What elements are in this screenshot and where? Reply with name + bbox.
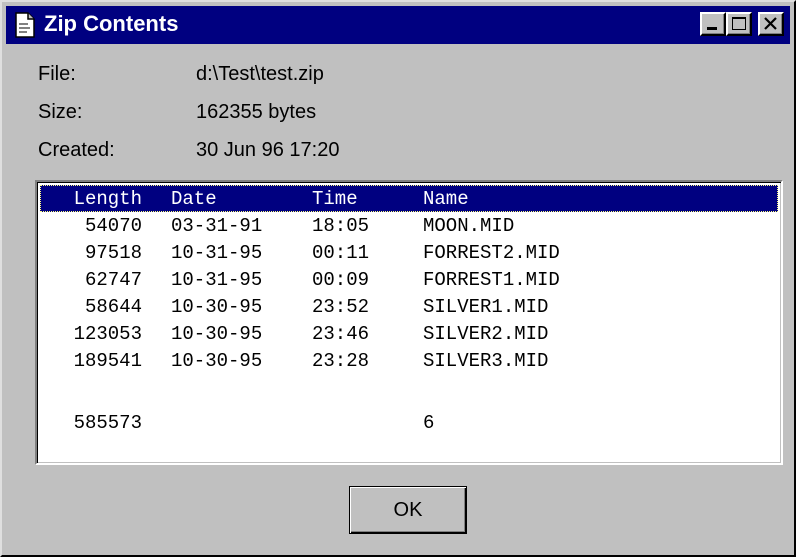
list-item[interactable]: 123053 10-30-95 23:46 SILVER2.MID: [40, 320, 778, 347]
item-length: 58644: [84, 296, 142, 318]
close-button[interactable]: [758, 12, 784, 36]
size-label: Size:: [38, 101, 83, 123]
column-header-time: Time: [312, 188, 358, 210]
item-time: 00:09: [312, 269, 370, 291]
size-value: 162355 bytes: [196, 101, 317, 123]
list-item[interactable]: 54070 03-31-91 18:05 MOON.MID: [40, 212, 778, 239]
close-icon: [764, 17, 777, 30]
list-item[interactable]: 62747 10-31-95 00:09 FORREST1.MID: [40, 266, 778, 293]
item-name: SILVER1.MID: [423, 296, 549, 318]
zip-contents-dialog: Zip Contents File: d:\Test\test.zip Size…: [0, 0, 796, 557]
minimize-icon: [707, 27, 717, 30]
item-time: 18:05: [312, 215, 370, 237]
item-length: 123053: [73, 323, 142, 345]
file-value: d:\Test\test.zip: [196, 63, 324, 85]
created-label: Created:: [38, 139, 115, 161]
ok-button[interactable]: OK: [349, 486, 467, 534]
list-item[interactable]: 189541 10-30-95 23:28 SILVER3.MID: [40, 347, 778, 374]
item-length: 189541: [73, 350, 142, 372]
file-label: File:: [38, 63, 76, 85]
minimize-button[interactable]: [700, 12, 726, 36]
item-time: 00:11: [312, 242, 370, 264]
item-name: SILVER3.MID: [423, 350, 549, 372]
maximize-button[interactable]: [726, 12, 752, 36]
item-time: 23:46: [312, 323, 370, 345]
item-date: 10-31-95: [171, 269, 263, 291]
list-header-row[interactable]: Length Date Time Name: [40, 185, 778, 212]
item-date: 10-30-95: [171, 296, 263, 318]
item-date: 03-31-91: [171, 215, 263, 237]
item-name: SILVER2.MID: [423, 323, 549, 345]
total-file-count: 6: [423, 412, 435, 434]
list-item[interactable]: 97518 10-31-95 00:11 FORREST2.MID: [40, 239, 778, 266]
item-length: 97518: [84, 242, 142, 264]
created-value: 30 Jun 96 17:20: [196, 139, 340, 161]
title-bar[interactable]: Zip Contents: [6, 6, 790, 44]
zip-contents-list[interactable]: Length Date Time Name 54070 03-31-91 18:…: [35, 180, 783, 465]
item-time: 23:28: [312, 350, 370, 372]
item-name: FORREST2.MID: [423, 242, 560, 264]
column-header-length: Length: [73, 188, 142, 210]
item-time: 23:52: [312, 296, 370, 318]
document-icon: [15, 12, 35, 38]
item-date: 10-30-95: [171, 350, 263, 372]
maximize-icon: [732, 17, 746, 30]
item-name: MOON.MID: [423, 215, 515, 237]
item-length: 54070: [84, 215, 142, 237]
item-name: FORREST1.MID: [423, 269, 560, 291]
item-length: 62747: [84, 269, 142, 291]
total-length: 585573: [73, 412, 142, 434]
column-header-name: Name: [423, 188, 469, 210]
list-item[interactable]: 58644 10-30-95 23:52 SILVER1.MID: [40, 293, 778, 320]
item-date: 10-31-95: [171, 242, 263, 264]
column-header-date: Date: [171, 188, 217, 210]
list-totals-row[interactable]: 585573 6: [40, 409, 778, 436]
window-title: Zip Contents: [44, 11, 179, 36]
item-date: 10-30-95: [171, 323, 263, 345]
